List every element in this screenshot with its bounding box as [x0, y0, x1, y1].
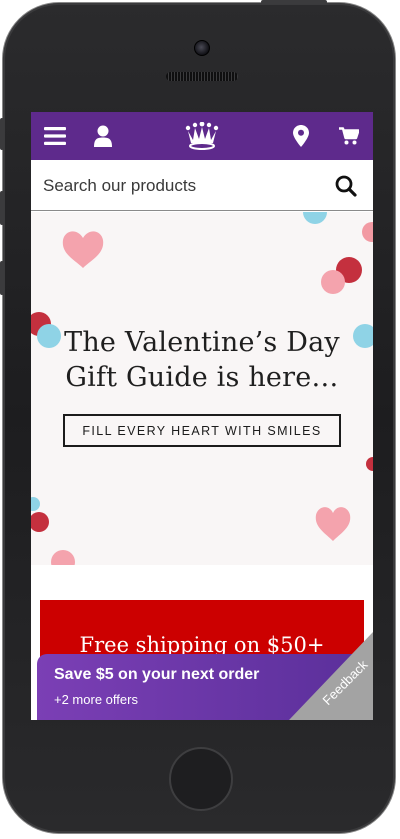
more-offers-link[interactable]: +2 more offers [54, 692, 138, 707]
offer-title: Save $5 on your next order [54, 666, 260, 683]
menu-icon[interactable] [41, 112, 69, 160]
front-camera [194, 40, 210, 56]
fill-every-heart-button[interactable]: FILL EVERY HEART WITH SMILES [63, 414, 341, 447]
mute-switch [0, 118, 4, 150]
hero-title: The Valentine’s Day Gift Guide is here… [31, 325, 373, 395]
power-button [261, 0, 327, 4]
hero-title-line-1: The Valentine’s Day [64, 327, 340, 358]
cart-icon[interactable] [336, 112, 362, 160]
hero-banner[interactable]: The Valentine’s Day Gift Guide is here… … [31, 212, 373, 565]
search-bar [31, 160, 373, 211]
search-input[interactable] [41, 169, 325, 203]
volume-down-button [0, 261, 4, 295]
volume-up-button [0, 191, 4, 225]
top-nav-bar [31, 112, 373, 160]
location-pin-icon[interactable] [290, 112, 312, 160]
hero-title-line-2: Gift Guide is here… [65, 362, 339, 393]
account-icon[interactable] [90, 112, 116, 160]
home-button[interactable] [169, 747, 233, 811]
earpiece-speaker [166, 72, 238, 81]
crown-logo[interactable] [182, 112, 222, 160]
search-icon[interactable] [333, 173, 359, 199]
screen: The Valentine’s Day Gift Guide is here… … [31, 112, 373, 720]
